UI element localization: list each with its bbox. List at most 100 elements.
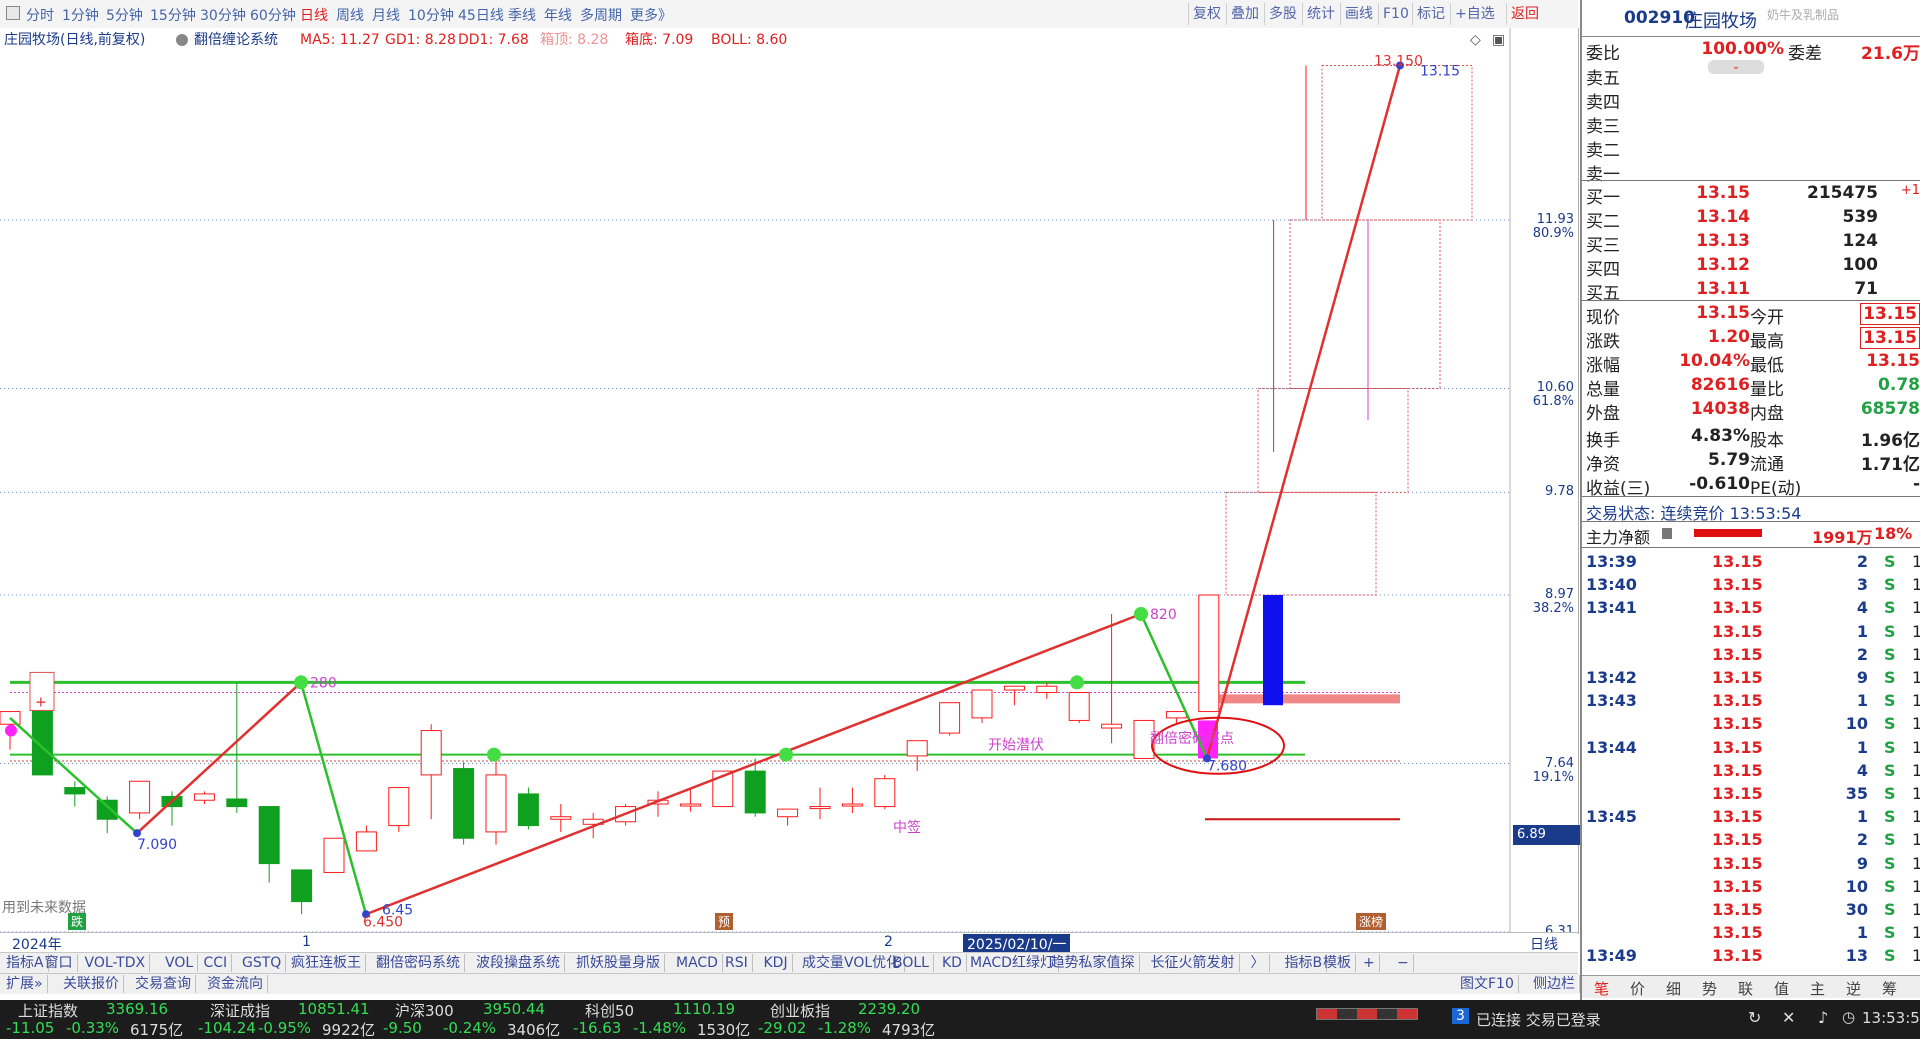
panel-tab-3[interactable]: 势	[1702, 978, 1717, 999]
candle-body-9[interactable]	[291, 869, 313, 903]
indicator-tab-16[interactable]: MACD红绿灯	[966, 954, 1059, 972]
period-tab-0[interactable]: 分时	[26, 5, 54, 25]
indicator-tab-14[interactable]: BOLL	[889, 954, 934, 972]
menu-icon[interactable]	[6, 6, 20, 20]
indicator-tab-1[interactable]: 窗口	[41, 954, 78, 972]
index-name[interactable]: 沪深300	[395, 1000, 454, 1021]
candle-body-7[interactable]	[226, 798, 248, 808]
candle-body-30[interactable]	[971, 689, 993, 719]
buy-level-0[interactable]: 买一 13.15 215475 +1	[1582, 181, 1920, 208]
panel-tab-2[interactable]: 细	[1666, 978, 1681, 999]
candle-body-15[interactable]	[485, 774, 507, 833]
ext-tab-right-0[interactable]: 图文F10	[1456, 975, 1519, 993]
indicator-tab-21[interactable]: 模板	[1319, 954, 1356, 972]
indicator-tab-2[interactable]: VOL-TDX	[81, 954, 151, 972]
period-tab-8[interactable]: 月线	[372, 5, 400, 25]
panel-tab-5[interactable]: 值	[1774, 978, 1789, 999]
tool-button-4[interactable]: 画线	[1340, 3, 1377, 25]
ext-tab-right-1[interactable]: 侧边栏	[1529, 975, 1580, 993]
indicator-tab-4[interactable]: CCI	[200, 954, 233, 972]
buy-level-1[interactable]: 买二 13.14 539	[1582, 205, 1920, 232]
candle-body-11[interactable]	[355, 831, 377, 852]
indicator-tab-19[interactable]: 〉	[1247, 954, 1270, 972]
indicator-tab-22[interactable]: +	[1359, 954, 1380, 972]
index-name[interactable]: 上证指数	[18, 1000, 78, 1021]
candle-body-31[interactable]	[1003, 685, 1025, 691]
bell-icon[interactable]: ♪	[1818, 1008, 1828, 1027]
candle-body-8[interactable]	[258, 806, 280, 865]
tool-button-3[interactable]: 统计	[1302, 3, 1339, 25]
buy-level-3[interactable]: 买四 13.12 100	[1582, 253, 1920, 280]
candle-body-33[interactable]	[1068, 692, 1090, 721]
candle-body-3[interactable]	[96, 799, 118, 820]
panel-tab-8[interactable]: 筹	[1882, 978, 1897, 999]
period-tab-1[interactable]: 1分钟	[62, 5, 99, 25]
panel-tab-6[interactable]: 主	[1810, 978, 1825, 999]
candle-body-37[interactable]	[1198, 594, 1220, 713]
indicator-tab-9[interactable]: 抓妖股量身版	[572, 954, 665, 972]
candle-body-24[interactable]	[777, 808, 799, 818]
period-tab-14[interactable]: 更多》	[630, 5, 672, 25]
candle-body-23[interactable]	[744, 770, 766, 814]
candle-body-34[interactable]	[1101, 723, 1123, 729]
period-tab-4[interactable]: 30分钟	[200, 5, 246, 25]
buy-level-2[interactable]: 买三 13.13 124	[1582, 229, 1920, 256]
candle-body-14[interactable]	[453, 768, 475, 839]
index-name[interactable]: 深证成指	[210, 1000, 270, 1021]
tool-button-7[interactable]: +自选	[1450, 3, 1499, 25]
indicator-tab-8[interactable]: 波段操盘系统	[472, 954, 565, 972]
panel-tab-4[interactable]: 联	[1738, 978, 1753, 999]
ext-tab-3[interactable]: 资金流向	[203, 975, 268, 993]
indicator-tab-18[interactable]: 长征火箭发射	[1147, 954, 1240, 972]
panel-tab-0[interactable]: 笔	[1594, 978, 1609, 999]
expand-icon[interactable]: ◇	[1470, 32, 1481, 48]
indicator-tab-3[interactable]: VOL	[161, 954, 199, 972]
tool-button-0[interactable]: 复权	[1188, 3, 1225, 25]
tool-button-1[interactable]: 叠加	[1226, 3, 1263, 25]
candle-body-12[interactable]	[388, 787, 410, 827]
refresh-icon[interactable]: ↻	[1748, 1008, 1761, 1027]
indicator-tab-15[interactable]: KD	[938, 954, 967, 972]
ext-tab-1[interactable]: 关联报价	[59, 975, 124, 993]
settings-gear-icon[interactable]	[176, 34, 188, 46]
candle-body-28[interactable]	[906, 740, 928, 757]
index-name[interactable]: 创业板指	[770, 1000, 830, 1021]
candle-body-27[interactable]	[874, 778, 896, 808]
period-tab-9[interactable]: 10分钟	[408, 5, 454, 25]
indicator-tab-23[interactable]: −	[1393, 954, 1414, 972]
index-name[interactable]: 科创50	[585, 1000, 634, 1021]
indicator-tab-10[interactable]: MACD	[672, 954, 723, 972]
candle-body-16[interactable]	[517, 793, 539, 827]
candle-body-25[interactable]	[809, 806, 831, 810]
indicator-tab-17[interactable]: 趋势私家值探	[1047, 954, 1140, 972]
candle-body-21[interactable]	[679, 803, 701, 807]
candle-body-13[interactable]	[420, 730, 442, 776]
candle-body-32[interactable]	[1036, 685, 1058, 694]
kline-chart-pane[interactable]: 7.090 6.450 6.45 7.680 13.150 13.15 280 820 开始潜伏…	[0, 28, 1579, 934]
period-tab-10[interactable]: 45日线	[458, 5, 504, 25]
panel-tab-1[interactable]: 价	[1630, 978, 1645, 999]
candle-body-26[interactable]	[841, 803, 863, 807]
period-tab-12[interactable]: 年线	[544, 5, 572, 25]
buy-level-4[interactable]: 买五 13.11 71	[1582, 277, 1920, 304]
back-button[interactable]: 返回	[1506, 3, 1543, 25]
candle-body-17[interactable]	[550, 816, 572, 820]
candle-body-10[interactable]	[323, 837, 345, 873]
tool-button-5[interactable]: F10	[1378, 3, 1413, 25]
notification-badge[interactable]: 3	[1452, 1008, 1469, 1024]
candle-body-4[interactable]	[129, 780, 151, 814]
panel-tab-7[interactable]: 逆	[1846, 978, 1861, 999]
period-tab-3[interactable]: 15分钟	[150, 5, 196, 25]
tools-icon[interactable]: ✕	[1782, 1008, 1795, 1027]
indicator-tab-5[interactable]: GSTQ	[238, 954, 287, 972]
indicator-tab-7[interactable]: 翻倍密码系统	[372, 954, 465, 972]
tool-button-6[interactable]: 标记	[1412, 3, 1449, 25]
indicator-tab-12[interactable]: KDJ	[760, 954, 793, 972]
candle-body-2[interactable]	[64, 787, 86, 795]
ext-tab-2[interactable]: 交易查询	[131, 975, 196, 993]
ext-tab-0[interactable]: 扩展»	[2, 975, 48, 993]
indicator-tab-11[interactable]: RSI	[721, 954, 753, 972]
period-tab-2[interactable]: 5分钟	[106, 5, 143, 25]
period-tab-13[interactable]: 多周期	[580, 5, 622, 25]
candle-body-29[interactable]	[939, 702, 961, 734]
